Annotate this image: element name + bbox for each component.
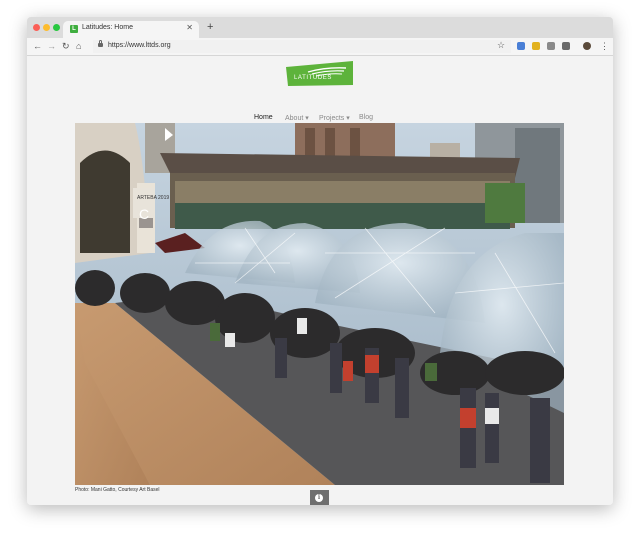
reload-icon[interactable]: ↻	[62, 40, 70, 52]
tab-bar: L Latitudes: Home ✕ +	[27, 17, 613, 38]
address-bar[interactable]: https://www.lttds.org	[93, 40, 511, 53]
chevron-down-icon: ▾	[344, 115, 350, 122]
avatar[interactable]	[583, 42, 591, 50]
menu-icon[interactable]: ⋮	[600, 40, 609, 52]
tab-title: Latitudes: Home	[82, 24, 133, 31]
nav-about[interactable]: About ▾	[285, 114, 309, 122]
url-text: https://www.lttds.org	[108, 42, 171, 49]
hero-photo: ARTEBA 2019 C	[75, 123, 564, 485]
back-icon[interactable]: ←	[33, 40, 42, 52]
translate-extension-icon[interactable]	[517, 42, 525, 50]
lock-icon	[98, 40, 103, 47]
logo-text: LATITUDES	[294, 75, 332, 81]
close-window-button[interactable]	[33, 24, 40, 31]
new-tab-icon[interactable]: +	[207, 21, 213, 33]
chevron-down-icon: ▾	[303, 115, 309, 122]
nav-projects[interactable]: Projects ▾	[319, 114, 350, 122]
tab-latitudes-home[interactable]: L Latitudes: Home ✕	[63, 21, 199, 38]
nav-home[interactable]: Home	[254, 114, 273, 121]
maximize-window-button[interactable]	[53, 24, 60, 31]
nav-blog[interactable]: Blog	[359, 114, 373, 121]
close-icon[interactable]: ✕	[186, 23, 193, 32]
extension-icon[interactable]	[547, 42, 555, 50]
info-button[interactable]: i	[310, 490, 329, 505]
forward-icon[interactable]: →	[47, 40, 56, 52]
nav-projects-label: Projects	[319, 115, 345, 122]
geodesic-domes-photo: ARTEBA 2019 C	[75, 123, 564, 485]
home-icon[interactable]: ⌂	[76, 40, 81, 52]
logo-graphic	[286, 61, 353, 86]
minimize-window-button[interactable]	[43, 24, 50, 31]
favicon-icon: L	[70, 25, 78, 33]
browser-toolbar: ← → ↻ ⌂ https://www.lttds.org ☆ ⋮	[27, 38, 613, 56]
extension-icon[interactable]	[562, 42, 570, 50]
signage-letter: C	[139, 206, 149, 222]
nav-about-label: About	[285, 115, 304, 122]
star-icon[interactable]: ☆	[497, 39, 505, 51]
page-content: LATITUDES Home About ▾ Projects ▾ Blog A…	[27, 56, 613, 505]
info-icon: i	[315, 494, 323, 502]
browser-window: L Latitudes: Home ✕ + ← → ↻ ⌂ https://ww…	[27, 17, 613, 505]
extension-icon[interactable]	[532, 42, 540, 50]
site-logo[interactable]: LATITUDES	[286, 61, 353, 86]
photo-caption: Photo: Mani Gatto, Courtesy Art Basel	[75, 487, 160, 493]
signage-text: ARTEBA 2019	[137, 195, 169, 201]
